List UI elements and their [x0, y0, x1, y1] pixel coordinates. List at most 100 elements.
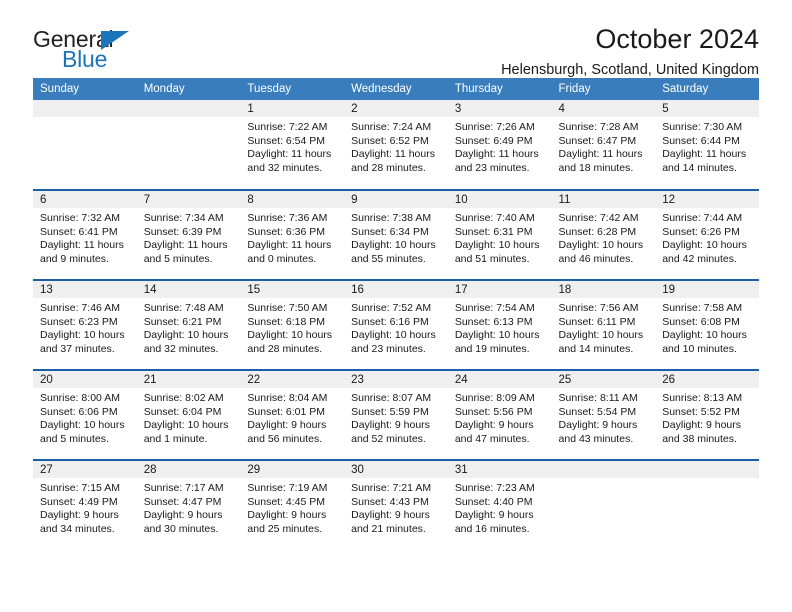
calendar-day-cell[interactable]: 29 Sunrise: 7:19 AM Sunset: 4:45 PM Dayligh… — [240, 459, 345, 550]
day-cell-content: 7 Sunrise: 7:34 AM Sunset: 6:39 PM Daylight… — [136, 191, 241, 279]
day-sun-info: Sunrise: 7:44 AM Sunset: 6:26 PM Daylight:… — [655, 208, 759, 266]
calendar-day-cell[interactable]: 27 Sunrise: 7:15 AM Sunset: 4:49 PM Dayligh… — [33, 459, 137, 550]
day-number: 26 — [655, 371, 759, 388]
day-sun-info: Sunrise: 7:40 AM Sunset: 6:31 PM Daylight:… — [448, 208, 552, 266]
day-cell-content: 14 Sunrise: 7:48 AM Sunset: 6:21 PM Dayligh… — [136, 281, 241, 369]
sunset-text: Sunset: 6:06 PM — [40, 405, 118, 418]
calendar-day-cell[interactable]: 22 Sunrise: 8:04 AM Sunset: 6:01 PM Dayligh… — [240, 369, 345, 460]
daylight-text: Daylight: 9 hours and 25 minutes. — [247, 509, 327, 535]
calendar-day-cell[interactable]: 12 Sunrise: 7:44 AM Sunset: 6:26 PM Dayligh… — [655, 189, 759, 280]
day-cell-content: 5 Sunrise: 7:30 AM Sunset: 6:44 PM Daylight… — [655, 100, 759, 189]
day-sun-info: Sunrise: 7:17 AM Sunset: 4:47 PM Daylight:… — [137, 478, 241, 536]
weekday-header-sunday: Sunday — [33, 78, 137, 100]
day-number: 10 — [447, 191, 552, 208]
sunset-text: Sunset: 4:40 PM — [454, 495, 533, 508]
calendar-day-cell[interactable]: 18 Sunrise: 7:56 AM Sunset: 6:11 PM Dayligh… — [551, 279, 656, 370]
sunrise-text: Sunrise: 7:44 AM — [662, 212, 743, 224]
day-cell-content — [33, 100, 137, 189]
day-sun-info: Sunrise: 7:56 AM Sunset: 6:11 PM Daylight:… — [552, 298, 656, 356]
sunrise-text: Sunrise: 8:13 AM — [662, 392, 743, 404]
calendar-table: Sunday Monday Tuesday Wednesday Thursday… — [33, 78, 759, 550]
calendar-day-cell[interactable]: 25 Sunrise: 8:11 AM Sunset: 5:54 PM Dayligh… — [551, 369, 656, 460]
calendar-day-cell[interactable]: 3 Sunrise: 7:26 AM Sunset: 6:49 PM Daylight… — [447, 100, 552, 190]
calendar-day-cell[interactable]: 14 Sunrise: 7:48 AM Sunset: 6:21 PM Dayligh… — [136, 279, 241, 370]
calendar-week-row: 20 Sunrise: 8:00 AM Sunset: 6:06 PM Dayligh… — [33, 369, 759, 460]
daylight-text: Daylight: 10 hours and 28 minutes. — [247, 329, 333, 355]
day-sun-info: Sunrise: 7:42 AM Sunset: 6:28 PM Daylight:… — [552, 208, 656, 266]
sunrise-text: Sunrise: 7:34 AM — [143, 212, 224, 224]
daylight-text: Daylight: 10 hours and 37 minutes. — [40, 329, 125, 355]
calendar-day-cell[interactable]: 10 Sunrise: 7:40 AM Sunset: 6:31 PM Dayligh… — [447, 189, 552, 280]
calendar-day-cell[interactable]: 28 Sunrise: 7:17 AM Sunset: 4:47 PM Dayligh… — [136, 459, 241, 550]
day-number: 18 — [551, 281, 656, 298]
day-sun-info: Sunrise: 7:34 AM Sunset: 6:39 PM Daylight:… — [137, 208, 241, 266]
sunset-text: Sunset: 6:13 PM — [454, 315, 533, 328]
day-number: 25 — [551, 371, 656, 388]
calendar-day-cell[interactable]: 23 Sunrise: 8:07 AM Sunset: 5:59 PM Dayligh… — [344, 369, 448, 460]
sunset-text: Sunset: 5:52 PM — [662, 405, 740, 418]
calendar-body: 1 Sunrise: 7:22 AM Sunset: 6:54 PM Daylight… — [33, 100, 759, 550]
day-sun-info: Sunrise: 7:52 AM Sunset: 6:16 PM Daylight:… — [344, 298, 448, 356]
day-number: 22 — [240, 371, 345, 388]
day-number: 11 — [551, 191, 656, 208]
calendar-day-cell[interactable]: 21 Sunrise: 8:02 AM Sunset: 6:04 PM Dayligh… — [136, 369, 241, 460]
title-block: October 2024 Helensburgh, Scotland, Unit… — [501, 22, 759, 80]
calendar-day-cell[interactable]: 24 Sunrise: 8:09 AM Sunset: 5:56 PM Dayligh… — [447, 369, 552, 460]
calendar-day-cell[interactable]: 15 Sunrise: 7:50 AM Sunset: 6:18 PM Dayligh… — [240, 279, 345, 370]
calendar-day-cell[interactable]: 5 Sunrise: 7:30 AM Sunset: 6:44 PM Daylight… — [655, 100, 759, 190]
daylight-text: Daylight: 9 hours and 21 minutes. — [351, 509, 430, 535]
sunset-text: Sunset: 4:49 PM — [40, 495, 118, 508]
calendar-day-cell[interactable]: 11 Sunrise: 7:42 AM Sunset: 6:28 PM Dayligh… — [551, 189, 656, 280]
sunset-text: Sunset: 5:59 PM — [351, 405, 429, 418]
calendar-day-cell[interactable]: 13 Sunrise: 7:46 AM Sunset: 6:23 PM Dayligh… — [33, 279, 137, 370]
sunrise-text: Sunrise: 7:15 AM — [40, 482, 120, 494]
calendar-day-cell[interactable]: 4 Sunrise: 7:28 AM Sunset: 6:47 PM Daylight… — [551, 100, 656, 190]
sunrise-text: Sunrise: 7:54 AM — [454, 302, 535, 314]
daylight-text: Daylight: 10 hours and 10 minutes. — [662, 329, 747, 355]
calendar-day-cell[interactable]: 8 Sunrise: 7:36 AM Sunset: 6:36 PM Daylight… — [240, 189, 345, 280]
logo-text-blue: Blue — [62, 46, 108, 72]
day-cell-content: 25 Sunrise: 8:11 AM Sunset: 5:54 PM Dayligh… — [551, 371, 656, 459]
sunset-text: Sunset: 6:26 PM — [662, 225, 740, 238]
calendar-week-row: 1 Sunrise: 7:22 AM Sunset: 6:54 PM Daylight… — [33, 100, 759, 190]
calendar-day-cell[interactable]: 26 Sunrise: 8:13 AM Sunset: 5:52 PM Dayligh… — [655, 369, 759, 460]
day-cell-content: 17 Sunrise: 7:54 AM Sunset: 6:13 PM Dayligh… — [447, 281, 552, 369]
calendar-day-cell[interactable]: 2 Sunrise: 7:24 AM Sunset: 6:52 PM Daylight… — [344, 100, 448, 190]
calendar-day-cell[interactable]: 16 Sunrise: 7:52 AM Sunset: 6:16 PM Dayligh… — [344, 279, 448, 370]
calendar-day-cell[interactable]: 20 Sunrise: 8:00 AM Sunset: 6:06 PM Dayligh… — [33, 369, 137, 460]
day-cell-content — [551, 461, 656, 550]
day-number — [551, 461, 656, 478]
day-sun-info: Sunrise: 7:54 AM Sunset: 6:13 PM Daylight:… — [448, 298, 552, 356]
sunrise-text: Sunrise: 7:23 AM — [454, 482, 535, 494]
calendar-day-cell[interactable]: 1 Sunrise: 7:22 AM Sunset: 6:54 PM Daylight… — [240, 100, 345, 190]
daylight-text: Daylight: 9 hours and 38 minutes. — [662, 419, 742, 445]
daylight-text: Daylight: 9 hours and 34 minutes. — [40, 509, 119, 535]
sunrise-text: Sunrise: 7:58 AM — [662, 302, 743, 314]
day-cell-content: 21 Sunrise: 8:02 AM Sunset: 6:04 PM Dayligh… — [136, 371, 241, 459]
day-number: 24 — [447, 371, 552, 388]
daylight-text: Daylight: 11 hours and 18 minutes. — [558, 148, 643, 174]
sunrise-text: Sunrise: 7:42 AM — [558, 212, 639, 224]
day-sun-info: Sunrise: 8:04 AM Sunset: 6:01 PM Daylight:… — [240, 388, 344, 446]
day-number: 19 — [655, 281, 759, 298]
calendar-day-cell[interactable]: 9 Sunrise: 7:38 AM Sunset: 6:34 PM Daylight… — [344, 189, 448, 280]
calendar-day-cell[interactable]: 30 Sunrise: 7:21 AM Sunset: 4:43 PM Dayligh… — [344, 459, 448, 550]
sunset-text: Sunset: 4:45 PM — [247, 495, 326, 508]
day-number: 14 — [136, 281, 241, 298]
daylight-text: Daylight: 11 hours and 28 minutes. — [351, 148, 435, 174]
daylight-text: Daylight: 10 hours and 55 minutes. — [351, 239, 436, 265]
calendar-day-cell[interactable]: 6 Sunrise: 7:32 AM Sunset: 6:41 PM Daylight… — [33, 189, 137, 280]
day-sun-info: Sunrise: 7:32 AM Sunset: 6:41 PM Daylight:… — [33, 208, 137, 266]
day-number: 2 — [344, 100, 448, 117]
calendar-day-cell[interactable]: 31 Sunrise: 7:23 AM Sunset: 4:40 PM Dayligh… — [447, 459, 552, 550]
calendar-day-cell[interactable]: 19 Sunrise: 7:58 AM Sunset: 6:08 PM Dayligh… — [655, 279, 759, 370]
calendar-week-row: 6 Sunrise: 7:32 AM Sunset: 6:41 PM Daylight… — [33, 189, 759, 280]
day-sun-info: Sunrise: 8:09 AM Sunset: 5:56 PM Daylight:… — [448, 388, 552, 446]
sunset-text: Sunset: 5:56 PM — [454, 405, 533, 418]
sunset-text: Sunset: 6:52 PM — [351, 134, 429, 147]
daylight-text: Daylight: 9 hours and 16 minutes. — [454, 509, 534, 535]
daylight-text: Daylight: 11 hours and 5 minutes. — [143, 239, 228, 265]
sunrise-text: Sunrise: 7:40 AM — [454, 212, 535, 224]
calendar-day-cell[interactable]: 7 Sunrise: 7:34 AM Sunset: 6:39 PM Daylight… — [136, 189, 241, 280]
calendar-day-cell[interactable]: 17 Sunrise: 7:54 AM Sunset: 6:13 PM Dayligh… — [447, 279, 552, 370]
